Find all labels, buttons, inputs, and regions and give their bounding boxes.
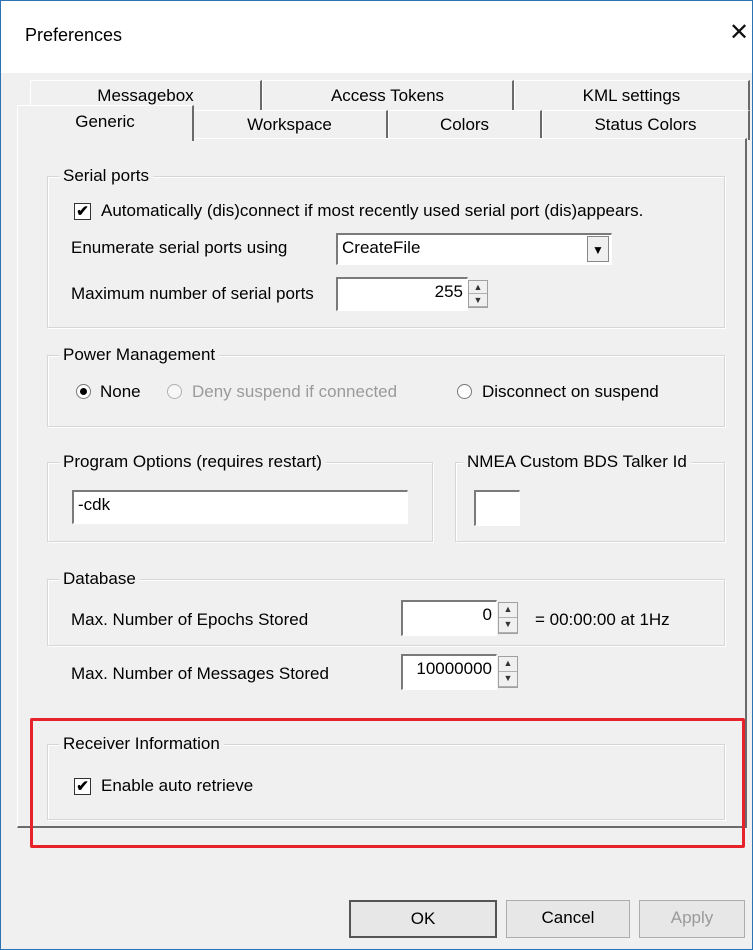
program-options-value: -cdk: [78, 495, 111, 514]
enumerate-label: Enumerate serial ports using: [71, 238, 288, 257]
auto-connect-checkbox[interactable]: ✔: [74, 203, 91, 220]
max-ports-value: 255: [434, 282, 463, 301]
tab-access-tokens[interactable]: Access Tokens: [262, 80, 514, 112]
tab-colors[interactable]: Colors: [388, 110, 542, 140]
enumerate-select[interactable]: CreateFile: [336, 233, 612, 265]
cancel-button[interactable]: Cancel: [506, 900, 630, 938]
radio-none[interactable]: [76, 384, 91, 399]
epochs-spinner[interactable]: ▲ ▼: [498, 602, 518, 634]
radio-none-label: None: [100, 382, 141, 401]
messages-input[interactable]: 10000000: [401, 654, 497, 690]
epochs-label: Max. Number of Epochs Stored: [71, 610, 309, 629]
window-title: Preferences: [25, 25, 123, 45]
messages-value: 10000000: [416, 659, 492, 678]
serial-ports-legend: Serial ports: [59, 166, 153, 186]
receiver-info-legend: Receiver Information: [59, 734, 224, 754]
max-ports-input[interactable]: 255: [336, 277, 468, 311]
spin-up-icon[interactable]: ▲: [499, 603, 517, 618]
close-icon[interactable]: ✕: [728, 20, 750, 48]
radio-disconnect-on-suspend[interactable]: [457, 384, 472, 399]
epochs-duration: = 00:00:00 at 1Hz: [535, 610, 670, 629]
max-ports-label: Maximum number of serial ports: [71, 284, 314, 303]
auto-retrieve-label: Enable auto retrieve: [101, 776, 254, 795]
spin-down-icon[interactable]: ▼: [469, 294, 487, 307]
epochs-value: 0: [482, 605, 492, 624]
spin-up-icon[interactable]: ▲: [499, 657, 517, 672]
auto-retrieve-checkbox[interactable]: ✔: [74, 778, 91, 795]
max-ports-spinner[interactable]: ▲ ▼: [468, 280, 488, 308]
nmea-talker-id-input[interactable]: [474, 490, 520, 526]
apply-button[interactable]: Apply: [639, 900, 745, 938]
tab-workspace[interactable]: Workspace: [192, 110, 388, 140]
spin-down-icon[interactable]: ▼: [499, 672, 517, 687]
tab-status-colors[interactable]: Status Colors: [542, 110, 750, 140]
nmea-legend: NMEA Custom BDS Talker Id: [463, 452, 691, 472]
messages-label: Max. Number of Messages Stored: [71, 664, 329, 683]
radio-deny-suspend-label: Deny suspend if connected: [192, 382, 398, 401]
tab-kml-settings[interactable]: KML settings: [514, 80, 750, 112]
ok-button[interactable]: OK: [349, 900, 497, 938]
power-management-legend: Power Management: [59, 345, 220, 365]
auto-connect-label: Automatically (dis)connect if most recen…: [101, 201, 644, 220]
spin-down-icon[interactable]: ▼: [499, 618, 517, 633]
database-legend: Database: [59, 569, 140, 589]
program-options-legend: Program Options (requires restart): [59, 452, 326, 472]
radio-disconnect-label: Disconnect on suspend: [482, 382, 659, 401]
enumerate-value: CreateFile: [342, 238, 421, 257]
chevron-down-icon[interactable]: ▼: [587, 236, 609, 262]
epochs-input[interactable]: 0: [401, 600, 497, 636]
messages-spinner[interactable]: ▲ ▼: [498, 656, 518, 688]
spin-up-icon[interactable]: ▲: [469, 281, 487, 294]
tab-generic[interactable]: Generic: [17, 105, 194, 141]
program-options-input[interactable]: -cdk: [72, 490, 408, 524]
radio-deny-suspend[interactable]: [167, 384, 182, 399]
